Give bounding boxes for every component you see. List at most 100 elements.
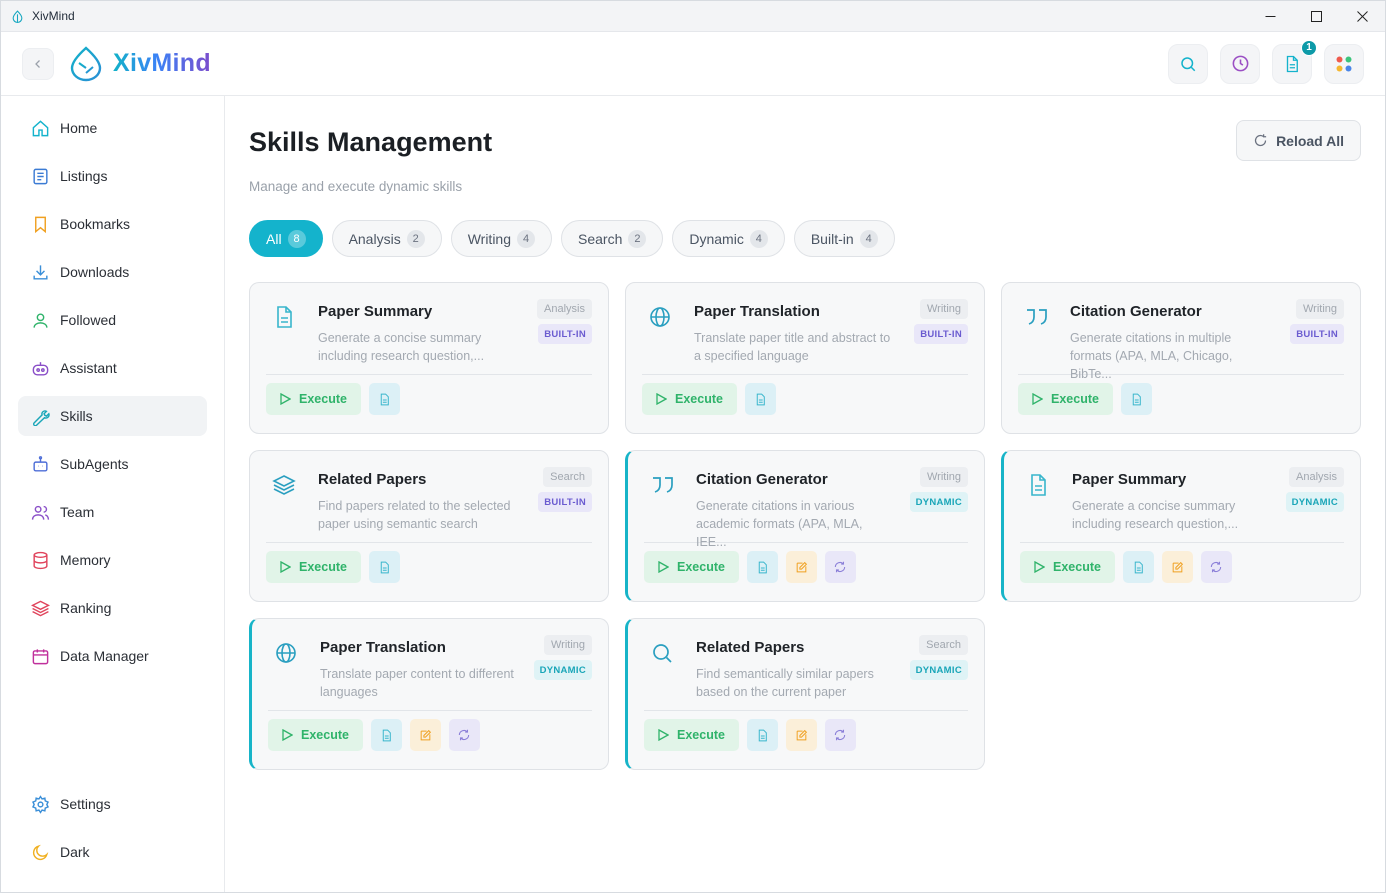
execute-button[interactable]: Execute — [1018, 383, 1113, 415]
skill-title: Paper Summary — [318, 303, 433, 320]
view-details-button[interactable] — [370, 719, 402, 751]
page-title: Skills Management — [249, 127, 493, 157]
document-icon — [380, 561, 389, 573]
skill-description: Translate paper content to different lan… — [320, 667, 514, 699]
documents-badge: 1 — [1301, 39, 1317, 56]
skill-card: Citation Generator Generate citations in… — [1001, 282, 1361, 434]
sidebar-item-data-manager[interactable]: Data Manager — [18, 636, 207, 676]
reload-all-button[interactable]: Reload All — [1236, 120, 1361, 161]
reload-skill-button[interactable] — [824, 719, 856, 751]
edit-icon — [796, 561, 808, 572]
category-tag: Search — [543, 467, 592, 487]
sidebar-item-subagents[interactable]: SubAgents — [18, 444, 207, 484]
maximize-icon — [1310, 10, 1322, 22]
sidebar-item-skills[interactable]: Skills — [18, 396, 207, 436]
execute-button[interactable]: Execute — [266, 551, 361, 583]
execute-button[interactable]: Execute — [266, 383, 361, 415]
skill-title: Paper Translation — [694, 303, 820, 320]
play-icon — [1034, 561, 1045, 573]
reload-skill-button[interactable] — [824, 551, 856, 583]
edit-skill-button[interactable] — [409, 719, 441, 751]
skill-title: Citation Generator — [696, 471, 828, 488]
play-icon — [1032, 393, 1043, 405]
sidebar-item-bookmarks[interactable]: Bookmarks — [18, 204, 207, 244]
skill-description: Find papers related to the selected pape… — [318, 499, 511, 531]
filter-search[interactable]: Search 2 — [561, 220, 664, 257]
edit-skill-button[interactable] — [1161, 551, 1193, 583]
view-details-button[interactable] — [746, 551, 778, 583]
skills-grid: Paper Summary Generate a concise summary… — [249, 282, 1361, 770]
filter-label: Built-in — [810, 230, 854, 247]
category-tag: Writing — [919, 299, 968, 319]
sidebar-item-listings[interactable]: Listings — [18, 156, 207, 196]
execute-button[interactable]: Execute — [642, 383, 737, 415]
globe-icon — [268, 635, 310, 710]
app-header: XivMind 1 — [1, 32, 1385, 96]
sidebar-item-label: Home — [60, 120, 98, 136]
clock-icon — [1232, 55, 1248, 72]
type-badge: DYNAMIC — [1285, 492, 1344, 512]
minimize-button[interactable] — [1247, 1, 1293, 31]
back-button[interactable] — [22, 47, 54, 80]
view-details-button[interactable] — [744, 383, 776, 415]
page-subtitle: Manage and execute dynamic skills — [249, 179, 463, 194]
home-icon — [30, 118, 50, 138]
document-icon — [1134, 561, 1143, 573]
type-badge: DYNAMIC — [909, 492, 968, 512]
filter-count: 8 — [287, 229, 306, 248]
reload-skill-button[interactable] — [448, 719, 480, 751]
category-tag: Writing — [1295, 299, 1344, 319]
wrench-icon — [30, 406, 50, 426]
execute-button[interactable]: Execute — [1020, 551, 1115, 583]
quote-icon — [1018, 299, 1060, 374]
execute-label: Execute — [1051, 392, 1099, 406]
execute-button[interactable]: Execute — [644, 719, 739, 751]
execute-button[interactable]: Execute — [268, 719, 363, 751]
view-details-button[interactable] — [746, 719, 778, 751]
sidebar-item-team[interactable]: Team — [18, 492, 207, 532]
users-icon — [30, 502, 50, 522]
filter-writing[interactable]: Writing 4 — [450, 220, 553, 257]
documents-button[interactable]: 1 — [1272, 39, 1317, 84]
edit-skill-button[interactable] — [785, 551, 817, 583]
sidebar-item-downloads[interactable]: Downloads — [18, 252, 207, 292]
view-details-button[interactable] — [1120, 383, 1152, 415]
filter-count: 2 — [628, 229, 647, 248]
sidebar-item-label: Listings — [60, 168, 108, 184]
filter-all[interactable]: All 8 — [249, 220, 323, 257]
search-button[interactable] — [1168, 43, 1208, 84]
category-tag: Search — [919, 635, 968, 655]
filter-dynamic[interactable]: Dynamic 4 — [672, 220, 785, 257]
main-content: Skills Management Manage and execute dyn… — [225, 96, 1385, 892]
play-icon — [282, 729, 293, 741]
execute-button[interactable]: Execute — [644, 551, 739, 583]
document-icon — [382, 729, 391, 741]
document-icon — [266, 299, 308, 374]
view-details-button[interactable] — [368, 551, 400, 583]
filter-built-in[interactable]: Built-in 4 — [793, 220, 895, 257]
apps-button[interactable] — [1324, 43, 1364, 84]
close-window-button[interactable] — [1339, 1, 1385, 31]
view-details-button[interactable] — [1122, 551, 1154, 583]
sidebar-item-ranking[interactable]: Ranking — [18, 588, 207, 628]
play-icon — [280, 393, 291, 405]
sidebar-item-label: Followed — [60, 312, 117, 328]
reload-skill-button[interactable] — [1200, 551, 1232, 583]
sidebar-item-dark[interactable]: Dark — [18, 832, 207, 872]
sidebar-item-label: Bookmarks — [60, 216, 131, 232]
execute-label: Execute — [299, 392, 347, 406]
edit-skill-button[interactable] — [785, 719, 817, 751]
sidebar-item-settings[interactable]: Settings — [18, 784, 207, 824]
execute-label: Execute — [1053, 560, 1101, 574]
view-details-button[interactable] — [368, 383, 400, 415]
play-icon — [658, 561, 669, 573]
sidebar-item-home[interactable]: Home — [18, 108, 207, 148]
history-button[interactable] — [1220, 43, 1260, 84]
sidebar-item-followed[interactable]: Followed — [18, 300, 207, 340]
skill-description: Generate citations in multiple formats (… — [1070, 331, 1233, 381]
filter-analysis[interactable]: Analysis 2 — [331, 220, 442, 257]
sidebar-item-assistant[interactable]: Assistant — [18, 348, 207, 388]
maximize-button[interactable] — [1293, 1, 1339, 31]
category-tag: Writing — [919, 467, 968, 487]
sidebar-item-memory[interactable]: Memory — [18, 540, 207, 580]
